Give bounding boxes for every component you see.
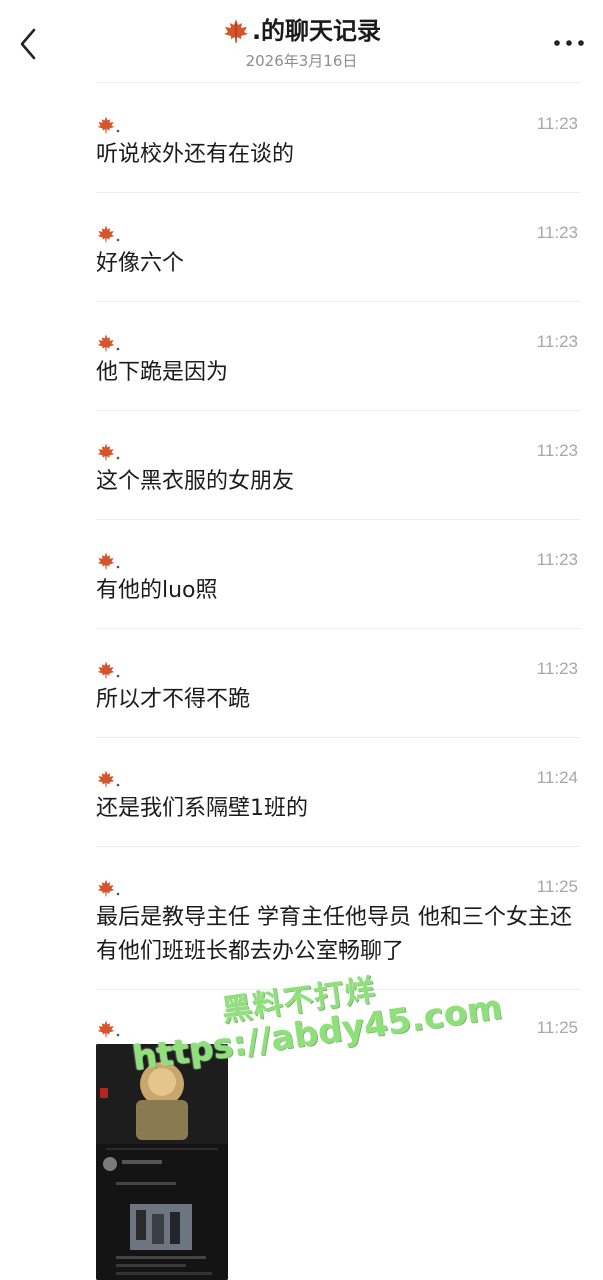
maple-leaf-icon — [97, 661, 120, 679]
message-divider — [96, 519, 580, 520]
message-text: 他下跪是因为 — [96, 360, 229, 385]
message-item[interactable]: 11:23 听说校外还有在谈的 — [96, 114, 580, 176]
message-text: 所以才不得不跪 — [96, 687, 251, 712]
maple-leaf-icon — [97, 552, 120, 570]
message-item[interactable]: 11:23 有他的luo照 — [96, 550, 580, 612]
message-divider — [96, 301, 580, 302]
message-time: 11:25 — [536, 1018, 578, 1037]
message-time: 11:25 — [536, 877, 578, 896]
message-text: 听说校外还有在谈的 — [96, 142, 295, 167]
message-divider — [96, 628, 580, 629]
maple-leaf-icon — [97, 879, 120, 897]
message-time: 11:23 — [536, 550, 578, 569]
maple-leaf-icon — [97, 770, 120, 788]
message-text: 有他的luo照 — [96, 578, 218, 603]
message-divider — [96, 192, 580, 193]
message-time: 11:23 — [536, 659, 578, 678]
message-time: 11:23 — [536, 441, 578, 460]
message-item[interactable]: 11:23 好像六个 — [96, 223, 580, 285]
message-time: 11:23 — [536, 114, 578, 133]
screenshot-thumbnail-image — [96, 1044, 228, 1280]
message-text: 最后是教导主任 学育主任他导员 他和三个女主还有他们班班长都去办公室畅聊了 — [96, 905, 572, 964]
maple-leaf-icon — [97, 1020, 120, 1038]
maple-leaf-icon — [97, 334, 120, 352]
message-text: 好像六个 — [96, 251, 185, 276]
header-divider — [96, 82, 580, 83]
maple-leaf-icon — [223, 19, 248, 43]
page-title: .的聊天记录 — [222, 16, 381, 46]
maple-leaf-icon — [97, 116, 120, 134]
message-divider — [96, 989, 580, 990]
message-item[interactable]: 11:23 这个黑衣服的女朋友 — [96, 441, 580, 503]
message-item[interactable]: 11:25 最后是教导主任 学育主任他导员 他和三个女主还有他们班班长都去办公室… — [96, 877, 580, 975]
message-item[interactable]: 11:23 所以才不得不跪 — [96, 659, 580, 721]
message-time: 11:24 — [536, 768, 578, 787]
message-time: 11:23 — [536, 223, 578, 242]
header: .的聊天记录 2026年3月16日 — [0, 0, 603, 82]
more-button[interactable] — [549, 32, 589, 54]
message-divider — [96, 846, 580, 847]
more-dots-icon — [554, 40, 584, 46]
message-text: 还是我们系隔壁1班的 — [96, 796, 308, 821]
chat-date: 2026年3月16日 — [245, 52, 358, 70]
message-item[interactable]: 11:25 — [96, 1018, 580, 1044]
image-message-thumbnail[interactable] — [96, 1044, 228, 1280]
message-item[interactable]: 11:24 还是我们系隔壁1班的 — [96, 768, 580, 830]
title-text: .的聊天记录 — [251, 17, 382, 45]
message-time: 11:23 — [536, 332, 578, 351]
header-title-block: .的聊天记录 2026年3月16日 — [0, 16, 603, 70]
message-item[interactable]: 11:23 他下跪是因为 — [96, 332, 580, 394]
message-divider — [96, 410, 580, 411]
message-divider — [96, 737, 580, 738]
message-text: 这个黑衣服的女朋友 — [96, 469, 295, 494]
maple-leaf-icon — [97, 443, 120, 461]
maple-leaf-icon — [97, 225, 120, 243]
chat-history-screen: .的聊天记录 2026年3月16日 11:23 听说校外还有在谈的 11:23 … — [0, 0, 603, 1280]
